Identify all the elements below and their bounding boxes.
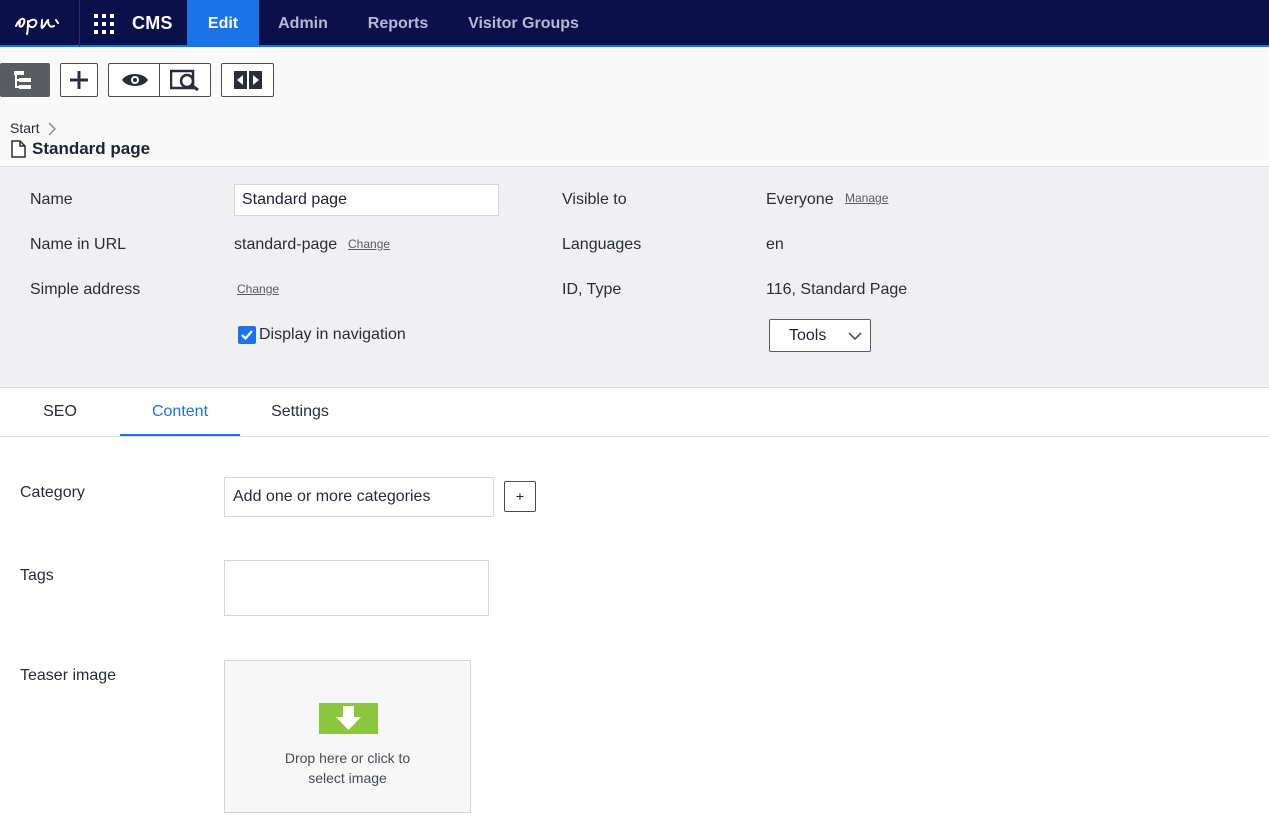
tags-input[interactable] bbox=[224, 560, 489, 616]
dropzone-text: Drop here or click to select image bbox=[225, 748, 470, 788]
download-arrow-icon bbox=[319, 703, 378, 734]
tags-label: Tags bbox=[20, 567, 54, 584]
page-properties-panel bbox=[0, 166, 1269, 388]
nav-tab-admin[interactable]: Admin bbox=[263, 0, 343, 47]
preview-search-icon bbox=[170, 69, 199, 91]
visible-to-value: Everyone bbox=[766, 191, 834, 208]
name-input[interactable]: Standard page bbox=[234, 184, 499, 216]
tab-settings[interactable]: Settings bbox=[250, 388, 350, 436]
eye-icon bbox=[121, 74, 148, 86]
plus-icon bbox=[70, 71, 88, 89]
nav-tab-edit[interactable]: Edit bbox=[187, 0, 259, 47]
languages-label: Languages bbox=[562, 236, 642, 253]
display-in-navigation-label[interactable]: Display in navigation bbox=[259, 326, 406, 344]
name-label: Name bbox=[30, 191, 73, 208]
dropzone-text-line-1: Drop here or click to bbox=[284, 750, 411, 766]
visible-to-label: Visible to bbox=[562, 191, 627, 208]
chevron-right-icon bbox=[48, 122, 56, 136]
url-change-link[interactable]: Change bbox=[348, 237, 390, 251]
app-grid-icon[interactable] bbox=[94, 14, 114, 34]
page-icon bbox=[11, 140, 26, 158]
name-in-url-value: standard-page bbox=[234, 236, 338, 253]
languages-value: en bbox=[766, 236, 784, 253]
page-title: Standard page bbox=[32, 139, 151, 158]
add-category-button[interactable]: + bbox=[504, 481, 536, 512]
manage-link[interactable]: Manage bbox=[845, 191, 888, 205]
name-in-url-label: Name in URL bbox=[30, 236, 127, 253]
id-type-label: ID, Type bbox=[562, 281, 622, 298]
content-tabs: SEO Content Settings bbox=[0, 388, 1269, 437]
id-type-value: 116, Standard Page bbox=[766, 281, 908, 298]
product-name: CMS bbox=[132, 13, 173, 33]
compare-button[interactable] bbox=[221, 63, 274, 97]
simple-address-change-link[interactable]: Change bbox=[237, 282, 279, 296]
compare-icon bbox=[233, 71, 262, 89]
category-input[interactable]: Add one or more categories bbox=[224, 477, 494, 517]
category-label: Category bbox=[20, 484, 85, 501]
tools-dropdown[interactable]: Tools bbox=[769, 319, 871, 352]
simple-address-label: Simple address bbox=[30, 281, 141, 298]
nav-tab-visitor-groups[interactable]: Visitor Groups bbox=[456, 0, 591, 47]
page-tree-icon bbox=[14, 71, 31, 89]
tab-seo[interactable]: SEO bbox=[20, 388, 100, 436]
chevron-down-icon bbox=[848, 332, 862, 341]
add-button[interactable] bbox=[60, 63, 98, 97]
preview-button[interactable] bbox=[159, 63, 211, 97]
tab-content[interactable]: Content bbox=[120, 388, 240, 436]
epi-logo[interactable] bbox=[0, 0, 80, 47]
tools-dropdown-label: Tools bbox=[789, 327, 827, 344]
view-button[interactable] bbox=[108, 63, 160, 97]
epi-logo-icon bbox=[15, 17, 59, 35]
dropzone-text-line-2: select image bbox=[308, 770, 387, 786]
teaser-image-dropzone[interactable]: Drop here or click to select image bbox=[224, 660, 471, 813]
checkmark-icon bbox=[241, 330, 253, 341]
display-in-navigation-checkbox[interactable] bbox=[238, 326, 256, 344]
breadcrumb-start[interactable]: Start bbox=[10, 120, 40, 136]
nav-tab-reports[interactable]: Reports bbox=[353, 0, 443, 47]
page-tree-button[interactable] bbox=[0, 63, 50, 97]
teaser-image-label: Teaser image bbox=[20, 667, 117, 684]
top-navigation-bar: CMS Edit Admin Reports Visitor Groups bbox=[0, 0, 1269, 47]
page-title-row: Standard page bbox=[11, 139, 150, 159]
